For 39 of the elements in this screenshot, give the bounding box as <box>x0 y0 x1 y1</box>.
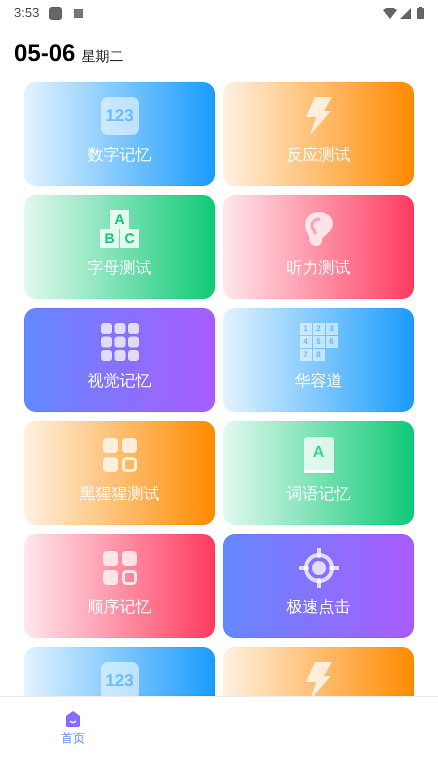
grid-icon <box>100 323 138 361</box>
game-card[interactable]: 黑猩猩测试 <box>24 421 215 525</box>
game-card[interactable]: 极速点击 <box>223 534 414 638</box>
lightning-icon <box>306 662 332 696</box>
card-title: 华容道 <box>294 372 342 392</box>
game-card[interactable]: 听力测试 <box>223 195 414 299</box>
battery-icon <box>417 7 424 19</box>
card-title: 黑猩猩测试 <box>80 485 160 505</box>
signal-icon <box>400 8 411 18</box>
game-card[interactable]: 顺序记忆 <box>24 534 215 638</box>
book-icon: A <box>304 437 334 473</box>
card-title: 视觉记忆 <box>88 372 152 392</box>
home-tab[interactable]: 首页 <box>0 711 146 747</box>
game-card[interactable]: A 词语记忆 <box>223 421 414 525</box>
tiles-icon <box>102 551 136 585</box>
target-icon <box>298 548 338 588</box>
card-title: 听力测试 <box>286 259 350 279</box>
game-card[interactable]: A B C 字母测试 <box>24 195 215 299</box>
card-title: 顺序记忆 <box>88 598 152 618</box>
card-title: 极速点击 <box>286 598 350 618</box>
number-icon: 123 <box>100 97 138 135</box>
game-card[interactable]: 1 2 3 4 5 6 7 8 华容道 <box>223 308 414 412</box>
weekday-label: 星期二 <box>81 46 124 66</box>
tiles-icon <box>102 438 136 472</box>
ear-icon <box>302 210 334 248</box>
game-card[interactable]: 视觉记忆 <box>24 308 215 412</box>
wifi-icon <box>383 8 397 18</box>
home-icon <box>65 711 81 727</box>
date-title: 05-06 <box>14 39 76 69</box>
card-title: 数字记忆 <box>88 146 152 166</box>
card-title: 反应测试 <box>286 146 350 166</box>
lightning-icon <box>306 97 332 135</box>
status-time: 3:53 <box>14 4 40 22</box>
game-card[interactable]: 123 <box>24 647 215 696</box>
game-card[interactable]: 反应测试 <box>223 82 414 186</box>
card-title: 字母测试 <box>88 259 152 279</box>
card-title: 词语记忆 <box>286 485 350 505</box>
number-icon: 123 <box>100 662 138 696</box>
game-card[interactable]: 123 数字记忆 <box>24 82 215 186</box>
